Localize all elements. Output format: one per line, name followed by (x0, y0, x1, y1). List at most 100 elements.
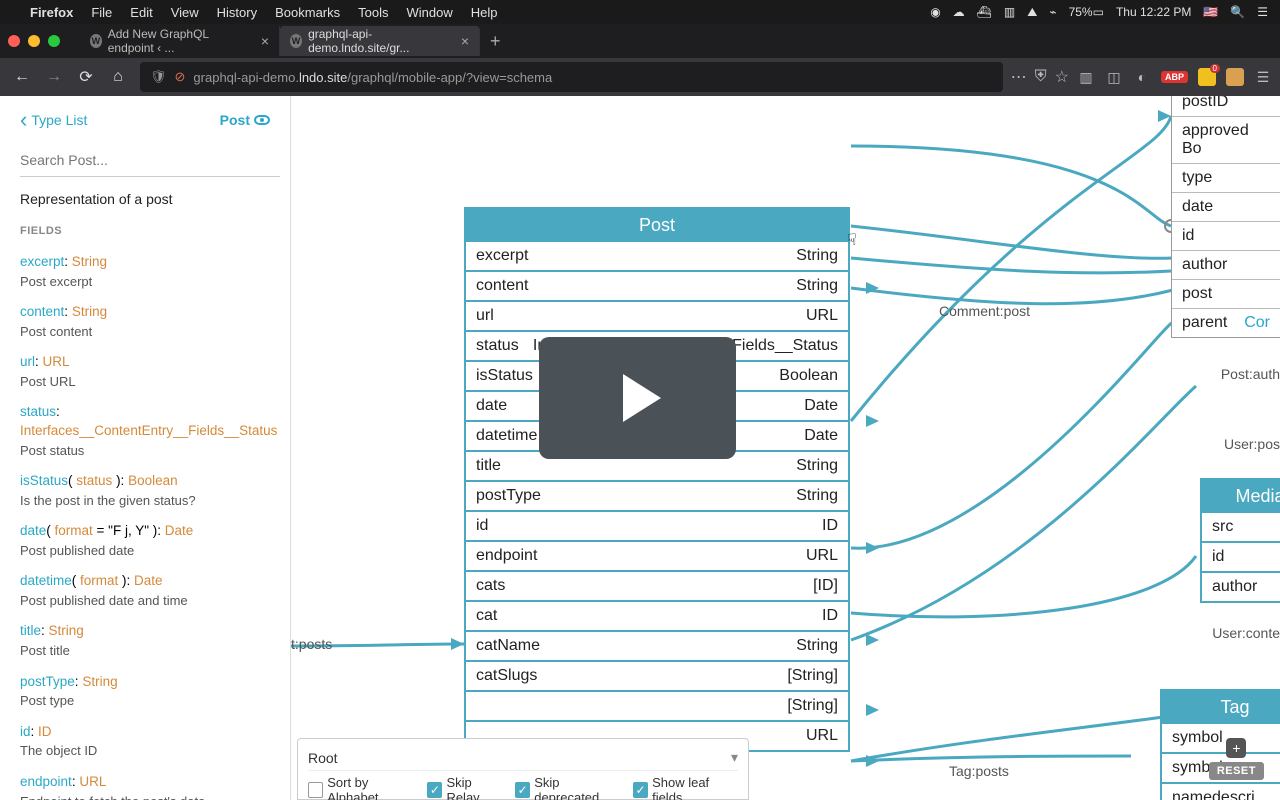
status-search-icon[interactable]: 🔍 (1230, 5, 1245, 19)
maximize-window-icon[interactable] (48, 35, 60, 47)
lock-icon[interactable]: ⊘ (175, 69, 186, 85)
schema-field-row[interactable]: urlURL (466, 300, 848, 330)
zoom-in-button[interactable]: + (1226, 738, 1246, 758)
menu-bookmarks[interactable]: Bookmarks (275, 5, 340, 20)
schema-field-row[interactable]: namedescri (1162, 782, 1280, 800)
canvas-controls: + RESET (1209, 738, 1264, 780)
status-docker-icon[interactable]: ⛴ (977, 5, 992, 19)
schema-field-row[interactable]: excerptString (466, 242, 848, 270)
status-cloud-icon[interactable]: ☁ (953, 5, 965, 19)
field-item[interactable]: status: Interfaces__ContentEntry__Fields… (20, 397, 290, 466)
schema-field-row[interactable]: postTypeString (466, 480, 848, 510)
schema-field-row[interactable]: approved Bo (1172, 117, 1280, 164)
schema-field-row[interactable]: endpointURL (466, 540, 848, 570)
field-item[interactable]: datetime( format ): DatePost published d… (20, 566, 290, 616)
close-tab-icon[interactable]: × (261, 33, 269, 49)
menu-tools[interactable]: Tools (358, 5, 388, 20)
search-input[interactable] (20, 144, 280, 177)
address-bar[interactable]: 🛡 ⊘ graphql-api-demo.lndo.site/graphql/m… (140, 62, 1003, 92)
status-user-icon[interactable]: ⛰ (1027, 5, 1037, 20)
schema-node-header: Media (1202, 480, 1280, 513)
schema-field-row[interactable]: srcU (1202, 513, 1280, 541)
field-item[interactable]: title: StringPost title (20, 616, 290, 666)
forward-button[interactable]: → (40, 63, 68, 91)
close-window-icon[interactable] (8, 35, 20, 47)
tab-inactive[interactable]: W Add New GraphQL endpoint ‹ ... × (80, 26, 280, 56)
field-item[interactable]: url: URLPost URL (20, 347, 290, 397)
back-button[interactable]: ← (8, 63, 36, 91)
reload-button[interactable]: ⟳ (72, 63, 100, 91)
type-label[interactable]: Post (220, 112, 270, 128)
schema-field-row[interactable]: [String] (466, 690, 848, 720)
root-select[interactable]: Root (308, 745, 738, 771)
library-icon[interactable]: ▥ (1077, 68, 1095, 86)
back-to-typelist[interactable]: Type List (20, 112, 87, 128)
status-battery[interactable]: 75% ▭ (1069, 5, 1104, 19)
close-tab-icon[interactable]: × (461, 33, 469, 49)
schema-field-row[interactable]: cats[ID] (466, 570, 848, 600)
schema-field-row[interactable]: idID (466, 510, 848, 540)
schema-field-row[interactable]: id (1172, 222, 1280, 251)
schema-node-media[interactable]: Media srcUidauthorUs (1200, 478, 1280, 603)
schema-field-row[interactable]: authorUs (1202, 571, 1280, 601)
schema-field-row[interactable]: type (1172, 164, 1280, 193)
reset-button[interactable]: RESET (1209, 762, 1264, 780)
window-controls[interactable] (8, 35, 60, 47)
new-tab-button[interactable]: + (480, 31, 511, 52)
shield-icon[interactable]: 🛡 (150, 69, 167, 85)
schema-field-row[interactable]: catSlugs[String] (466, 660, 848, 690)
schema-field-row[interactable]: post (1172, 280, 1280, 309)
menu-help[interactable]: Help (471, 5, 498, 20)
schema-canvas[interactable]: Post excerptStringcontentStringurlURLsta… (291, 96, 1280, 800)
abp-icon[interactable]: ABP (1161, 71, 1188, 83)
schema-node-post[interactable]: Post excerptStringcontentStringurlURLsta… (464, 207, 850, 752)
bookmark-icon[interactable]: ☆ (1055, 67, 1069, 87)
edge-label: t:posts (291, 636, 332, 652)
app-name[interactable]: Firefox (30, 5, 73, 20)
pocket-icon[interactable]: ⛨ (1035, 68, 1047, 86)
schema-node-partial-top[interactable]: postIDapproved Botypedateidauthorpostpar… (1171, 96, 1280, 338)
show-leaf-checkbox[interactable]: ✓Show leaf fields (633, 775, 738, 800)
field-item[interactable]: excerpt: StringPost excerpt (20, 247, 290, 297)
schema-field-row[interactable]: parentCor (1172, 309, 1280, 337)
status-tray-icon[interactable]: ▥ (1004, 5, 1015, 19)
menu-edit[interactable]: Edit (130, 5, 152, 20)
menu-history[interactable]: History (217, 5, 257, 20)
home-button[interactable]: ⌂ (104, 63, 132, 91)
schema-field-row[interactable]: date (1172, 193, 1280, 222)
status-wifi-icon[interactable]: ⌁ (1049, 5, 1056, 19)
tab-active[interactable]: W graphql-api-demo.lndo.site/gr... × (280, 26, 480, 56)
field-item[interactable]: date( format = "F j, Y" ): DatePost publ… (20, 516, 290, 566)
field-item[interactable]: endpoint: URLEndpoint to fetch the post'… (20, 767, 290, 800)
field-item[interactable]: id: IDThe object ID (20, 717, 290, 767)
status-control-icon[interactable]: ☰ (1257, 5, 1268, 19)
sidebar-icon[interactable]: ◫ (1105, 68, 1123, 86)
menu-window[interactable]: Window (407, 5, 453, 20)
skip-relay-checkbox[interactable]: ✓Skip Relay (427, 775, 505, 800)
fields-heading: FIELDS (20, 225, 290, 237)
extension-icon[interactable] (1226, 68, 1244, 86)
video-play-button[interactable] (539, 337, 736, 459)
hamburger-icon[interactable]: ☰ (1254, 68, 1272, 86)
minimize-window-icon[interactable] (28, 35, 40, 47)
status-clock[interactable]: Thu 12:22 PM (1116, 5, 1191, 19)
schema-field-row[interactable]: postID (1172, 96, 1280, 117)
sort-alphabet-checkbox[interactable]: Sort by Alphabet (308, 775, 417, 800)
extension-badge-icon[interactable] (1198, 68, 1216, 86)
status-record-icon[interactable]: ◉ (930, 5, 940, 19)
account-icon[interactable]: ◐ (1133, 68, 1151, 86)
schema-field-row[interactable]: contentString (466, 270, 848, 300)
page-actions-icon[interactable]: ⋯ (1011, 67, 1027, 87)
schema-field-row[interactable]: catID (466, 600, 848, 630)
menu-file[interactable]: File (91, 5, 112, 20)
field-item[interactable]: postType: StringPost type (20, 667, 290, 717)
schema-field-row[interactable]: catNameString (466, 630, 848, 660)
schema-field-row[interactable]: id (1202, 541, 1280, 571)
field-item[interactable]: isStatus( status ): BooleanIs the post i… (20, 466, 290, 516)
schema-field-row[interactable]: author (1172, 251, 1280, 280)
status-flag-icon[interactable]: 🇺🇸 (1203, 5, 1218, 19)
menu-view[interactable]: View (171, 5, 199, 20)
field-item[interactable]: content: StringPost content (20, 297, 290, 347)
skip-deprecated-checkbox[interactable]: ✓Skip deprecated (515, 775, 623, 800)
edge-label: Tag:posts (949, 763, 1009, 779)
